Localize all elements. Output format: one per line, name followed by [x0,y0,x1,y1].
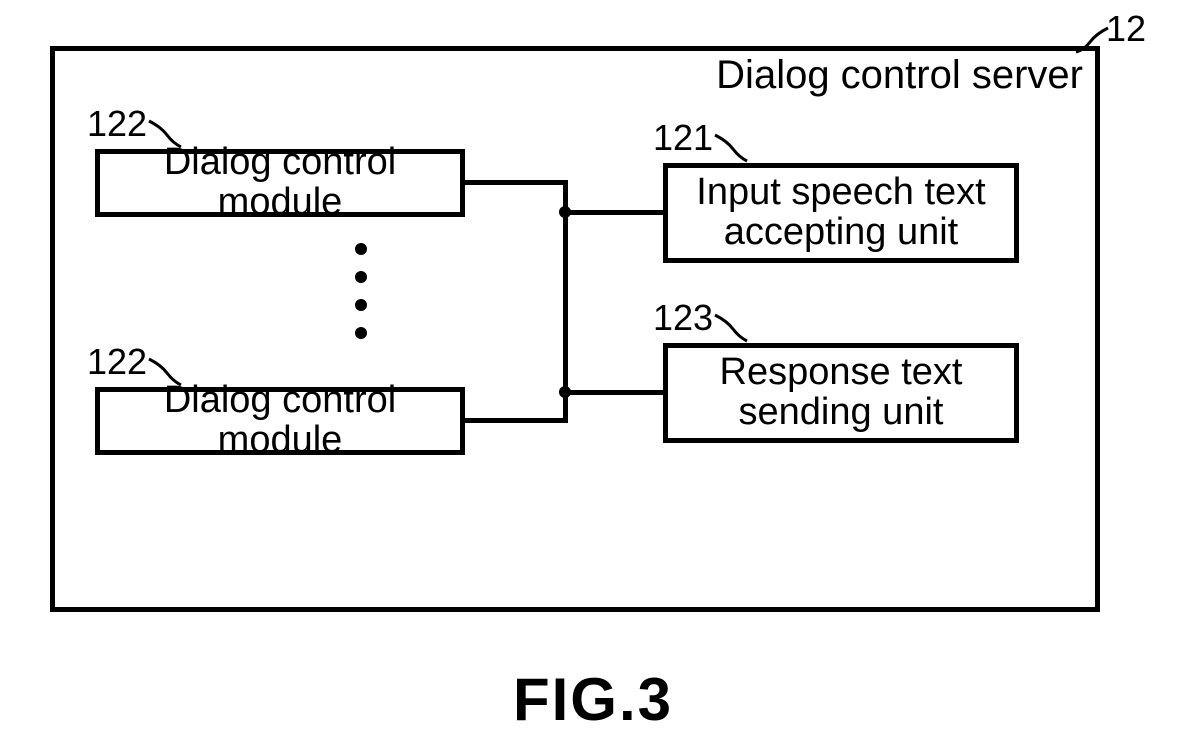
ref-hook-response-unit [713,313,749,343]
block-label: Dialog control module [106,143,454,223]
ellipsis-dot [355,299,367,311]
wire-bus-to-input [563,210,663,215]
ellipsis-dots [355,243,367,339]
block-response-unit: Response text sending unit [663,343,1019,443]
block-label: Dialog control module [106,381,454,461]
junction-dot-bottom [559,386,571,398]
server-title: Dialog control server [716,53,1083,98]
block-input-unit: Input speech text accepting unit [663,163,1019,263]
ellipsis-dot [355,327,367,339]
wire-module-bottom-to-bus [465,418,566,423]
ref-input-unit: 121 [653,117,713,159]
block-label: Input speech text accepting unit [696,173,985,253]
block-dialog-control-module-top: Dialog control module [95,149,465,217]
ref-module-bottom: 122 [87,341,147,383]
ref-module-top: 122 [87,103,147,145]
junction-dot-top [559,206,571,218]
ellipsis-dot [355,271,367,283]
server-box: Dialog control server 122 Dialog control… [50,46,1100,612]
ref-hook-input-unit [713,133,749,163]
block-label: Response text sending unit [720,353,963,433]
wire-module-top-to-bus [465,180,566,185]
wire-bus-to-response [563,390,663,395]
block-dialog-control-module-bottom: Dialog control module [95,387,465,455]
ellipsis-dot [355,243,367,255]
ref-response-unit: 123 [653,297,713,339]
figure-caption: FIG.3 [0,665,1186,734]
